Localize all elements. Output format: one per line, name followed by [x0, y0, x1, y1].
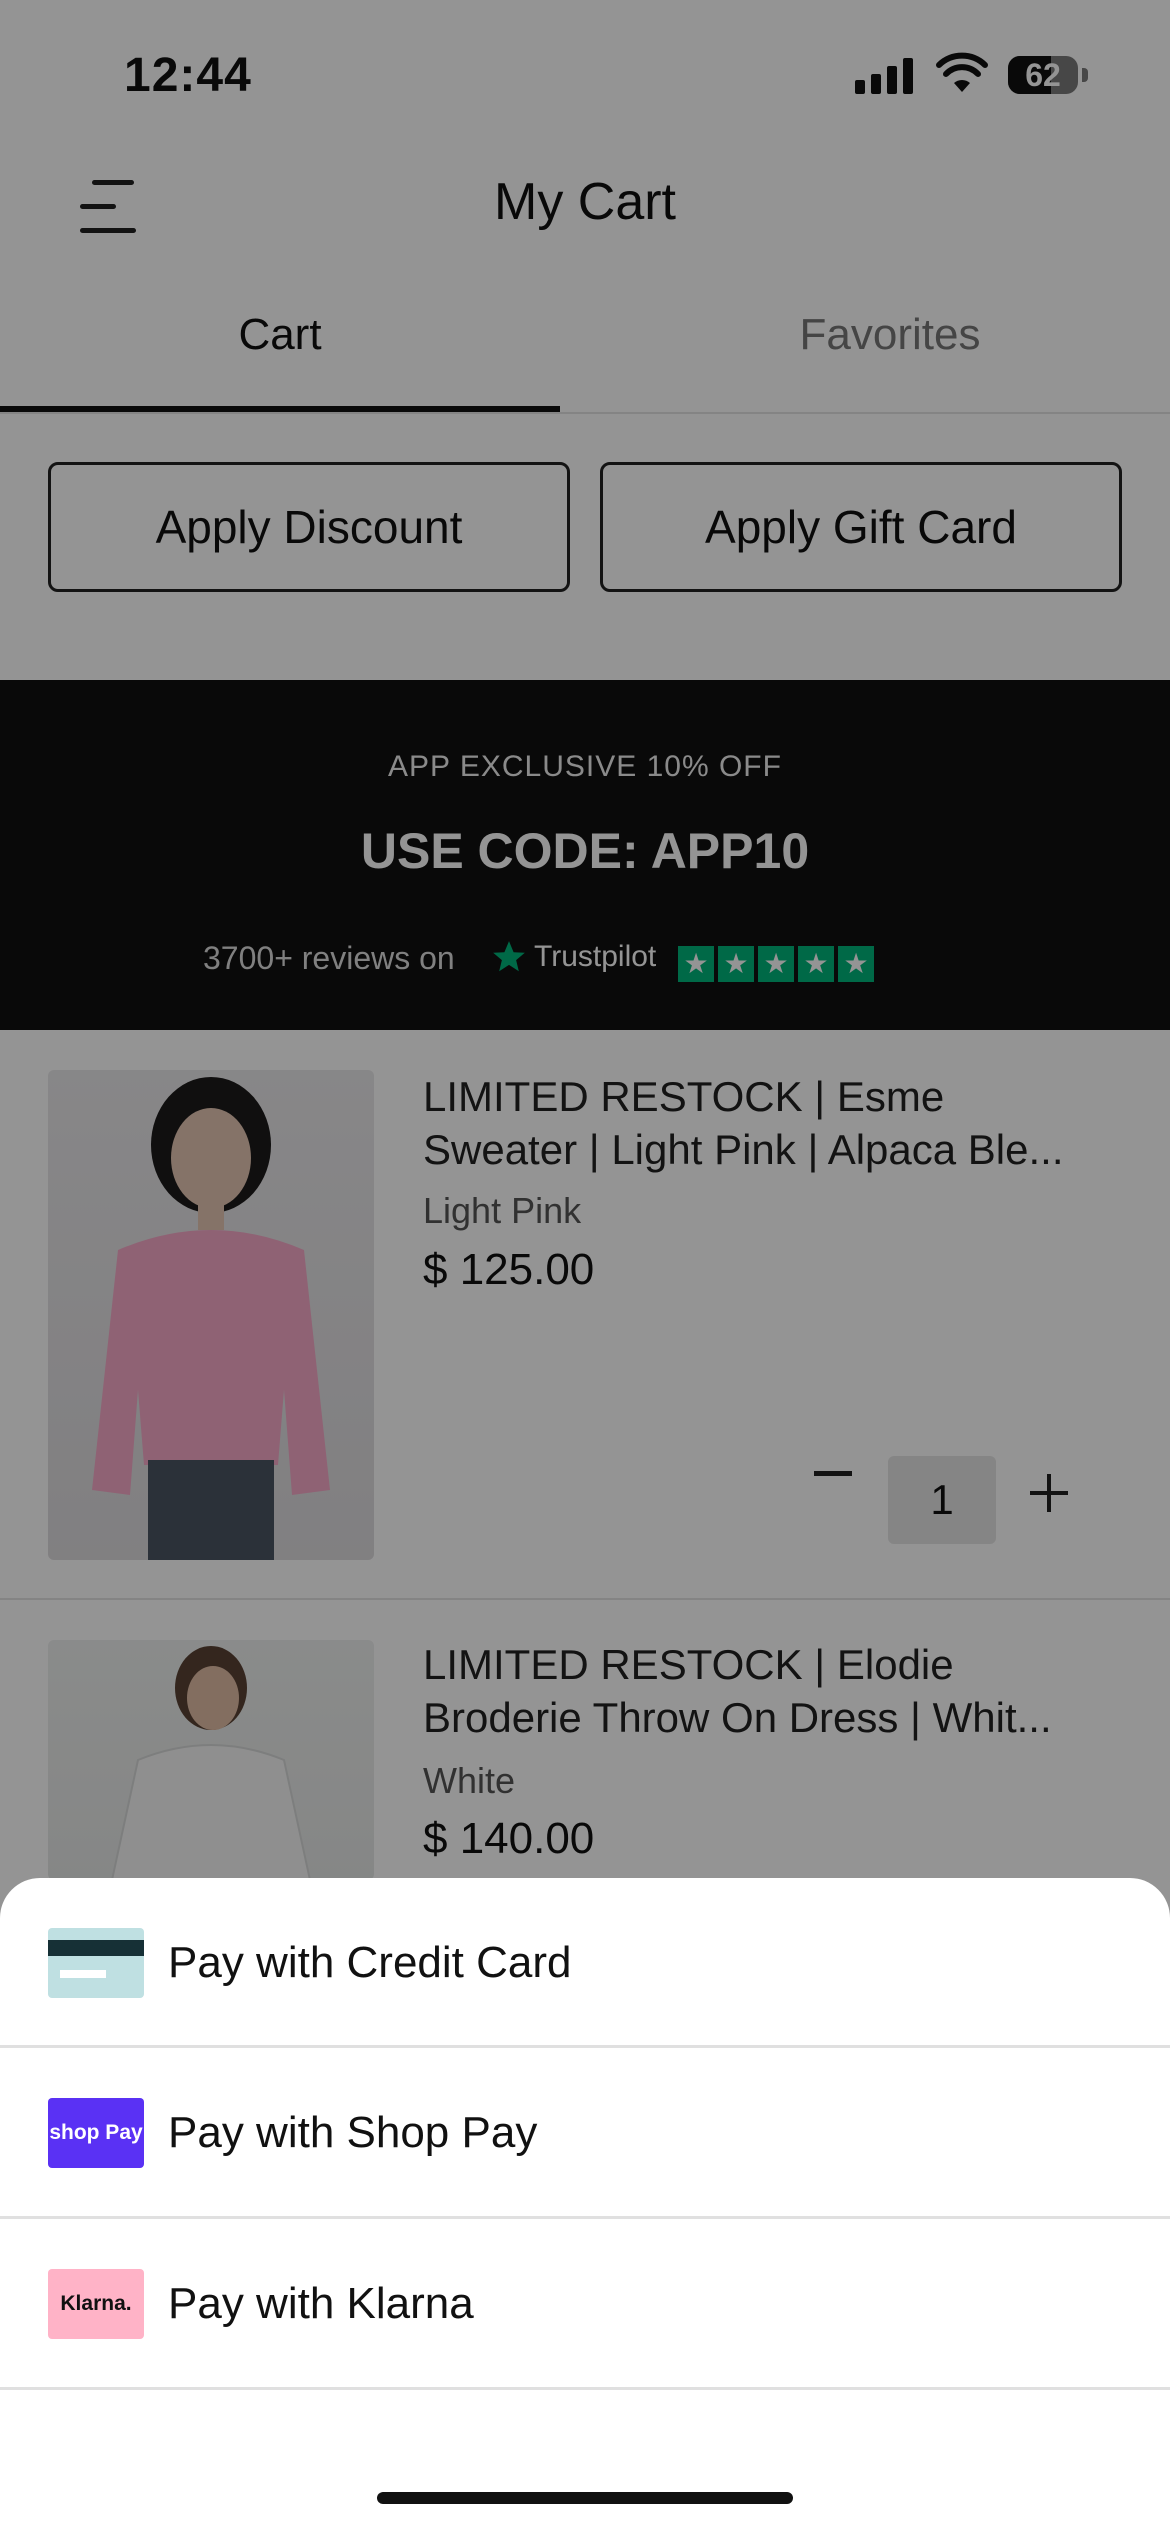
option-divider	[0, 2387, 1170, 2390]
pay-with-credit-card-option[interactable]: Pay with Credit Card	[0, 1878, 1170, 2048]
pay-with-klarna-option[interactable]: Klarna. Pay with Klarna	[0, 2219, 1170, 2389]
option-label: Pay with Credit Card	[168, 1938, 572, 1987]
option-label: Pay with Shop Pay	[168, 2108, 538, 2157]
shop-pay-icon: shop Pay	[48, 2098, 144, 2168]
pay-with-shop-pay-option[interactable]: shop Pay Pay with Shop Pay	[0, 2048, 1170, 2218]
credit-card-icon	[48, 1928, 144, 1998]
option-label: Pay with Klarna	[168, 2279, 474, 2328]
home-indicator[interactable]	[377, 2492, 793, 2504]
klarna-icon: Klarna.	[48, 2269, 144, 2339]
